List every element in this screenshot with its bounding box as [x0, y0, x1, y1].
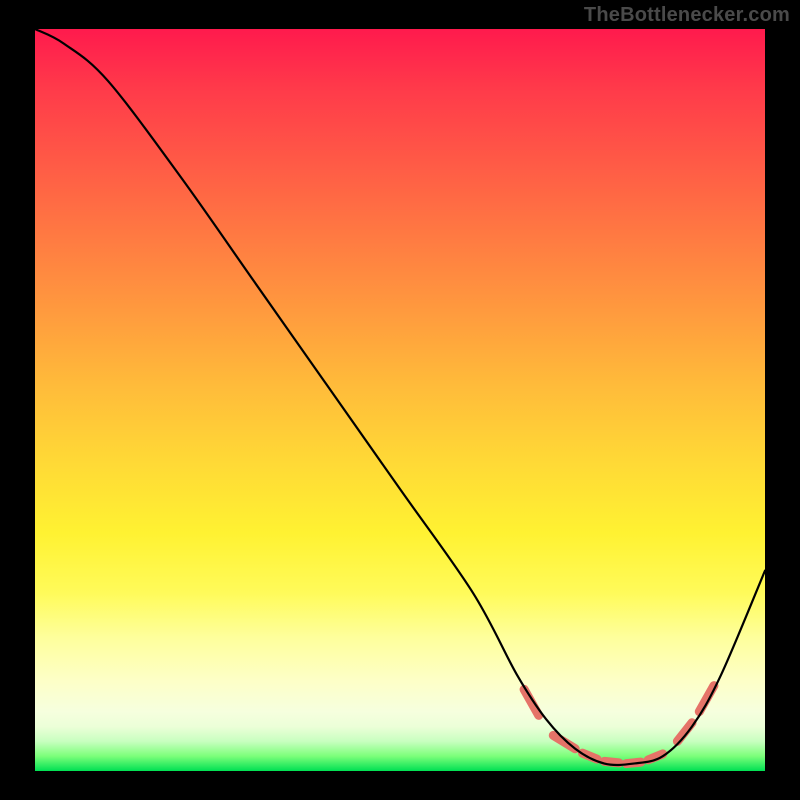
highlight-dashes: [524, 686, 714, 764]
watermark-text: TheBottlenecker.com: [584, 4, 790, 27]
bottleneck-curve: [35, 29, 765, 765]
curve-layer: [35, 29, 765, 771]
plot-area: [35, 29, 765, 771]
chart-frame: TheBottlenecker.com: [0, 0, 800, 800]
